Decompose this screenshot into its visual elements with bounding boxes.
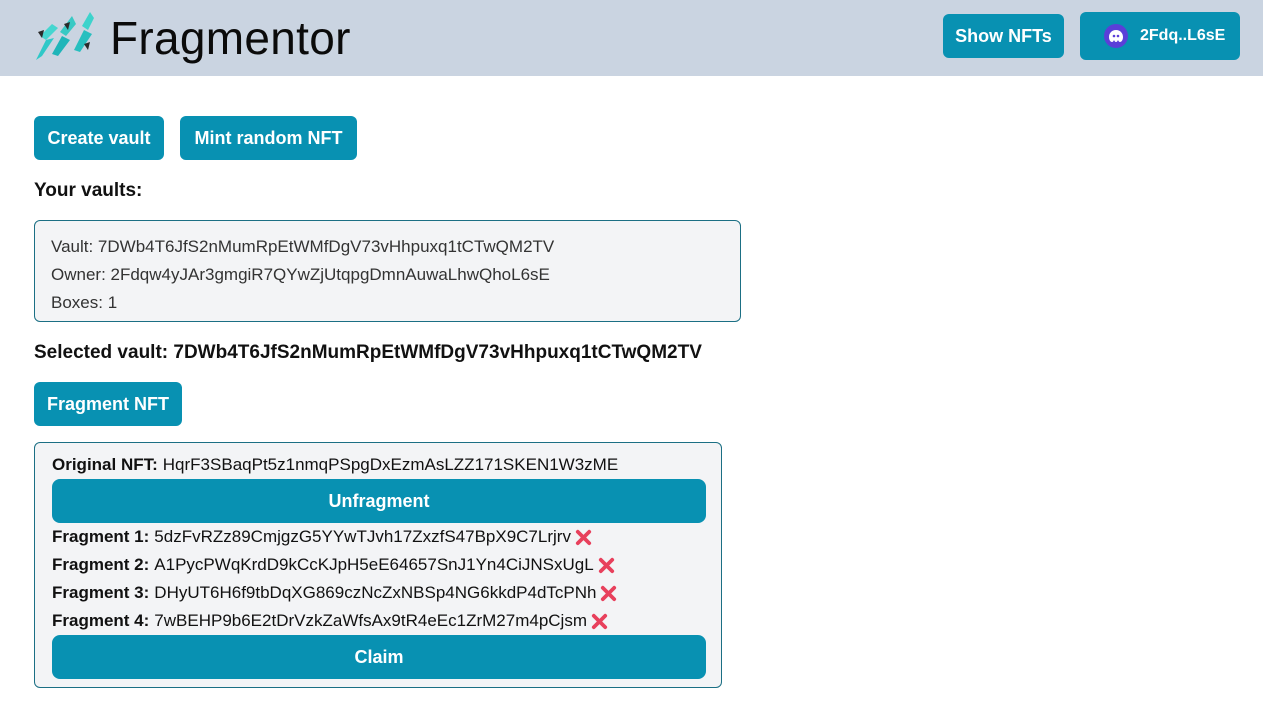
original-nft-address: HqrF3SBaqPt5z1nmqPSpgDxEzmAsLZZ171SKEN1W…	[162, 455, 619, 474]
app-header: Fragmentor Show NFTs 2Fdq..L6sE	[0, 0, 1263, 76]
fragment-nft-button[interactable]: Fragment NFT	[34, 382, 182, 426]
cross-mark-icon	[598, 557, 614, 573]
fragment-label: Fragment 2:	[52, 555, 150, 574]
fragment-label: Fragment 1:	[52, 527, 150, 546]
fragment-row: Fragment 4: 7wBEHP9b6E2tDrVzkZaWfsAx9tR4…	[52, 611, 609, 631]
vault-boxes: Boxes: 1	[51, 293, 118, 312]
vault-address: Vault: 7DWb4T6JfS2nMumRpEtWMfDgV73vHhpux…	[51, 237, 555, 256]
crystal-shards-icon	[36, 12, 94, 60]
create-vault-button[interactable]: Create vault	[34, 116, 164, 160]
fragment-row: Fragment 3: DHyUT6H6f9tbDqXG869czNcZxNBS…	[52, 583, 618, 603]
original-nft-label: Original NFT:	[52, 455, 158, 474]
fragment-label: Fragment 4:	[52, 611, 150, 630]
wallet-address-label: 2Fdq..L6sE	[1140, 27, 1226, 44]
vault-owner: Owner: 2Fdqw4yJAr3gmgiR7QYwZjUtqpgDmnAuw…	[51, 265, 550, 284]
cross-mark-icon	[575, 529, 592, 545]
cross-mark-icon	[591, 613, 608, 629]
phantom-ghost-icon	[1104, 24, 1128, 48]
fragment-address: 5dzFvRZz89CmjgzG5YYwTJvh17ZxzfS47BpX9C7L…	[154, 527, 571, 546]
show-nfts-button[interactable]: Show NFTs	[943, 14, 1064, 58]
fragment-row: Fragment 2: A1PycPWqKrdD9kCcKJpH5eE64657…	[52, 555, 616, 575]
fragment-row: Fragment 1: 5dzFvRZz89CmjgzG5YYwTJvh17Zx…	[52, 527, 593, 547]
app-title: Fragmentor	[110, 12, 351, 64]
unfragment-button[interactable]: Unfragment	[52, 479, 706, 523]
fragment-label: Fragment 3:	[52, 583, 150, 602]
original-nft-row: Original NFT: HqrF3SBaqPt5z1nmqPSpgDxEzm…	[52, 455, 618, 475]
wallet-button[interactable]: 2Fdq..L6sE	[1080, 12, 1240, 60]
vault-card[interactable]: Vault: 7DWb4T6JfS2nMumRpEtWMfDgV73vHhpux…	[34, 220, 741, 322]
mint-random-nft-button[interactable]: Mint random NFT	[180, 116, 357, 160]
vaults-heading: Your vaults:	[34, 180, 143, 201]
claim-button[interactable]: Claim	[52, 635, 706, 679]
selected-vault-heading: Selected vault: 7DWb4T6JfS2nMumRpEtWMfDg…	[34, 342, 702, 363]
nft-fragments-card: Original NFT: HqrF3SBaqPt5z1nmqPSpgDxEzm…	[34, 442, 722, 688]
fragment-address: 7wBEHP9b6E2tDrVzkZaWfsAx9tR4eEc1ZrM27m4p…	[154, 611, 587, 630]
fragment-address: DHyUT6H6f9tbDqXG869czNcZxNBSp4NG6kkdP4dT…	[154, 583, 597, 602]
fragment-address: A1PycPWqKrdD9kCcKJpH5eE64657SnJ1Yn4CiJNS…	[154, 555, 594, 574]
cross-mark-icon	[601, 585, 617, 601]
